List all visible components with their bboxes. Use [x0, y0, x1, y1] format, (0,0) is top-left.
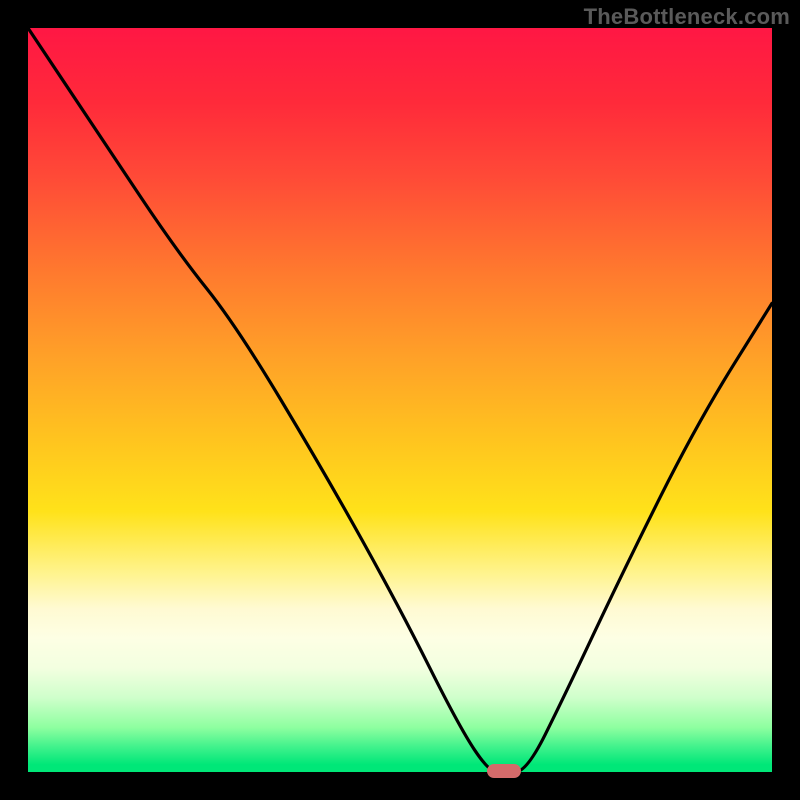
- chart-frame: TheBottleneck.com: [0, 0, 800, 800]
- plot-area: [28, 28, 772, 772]
- watermark-text: TheBottleneck.com: [584, 4, 790, 30]
- curve-path: [28, 28, 772, 772]
- optimal-marker: [487, 764, 521, 778]
- bottleneck-curve: [28, 28, 772, 772]
